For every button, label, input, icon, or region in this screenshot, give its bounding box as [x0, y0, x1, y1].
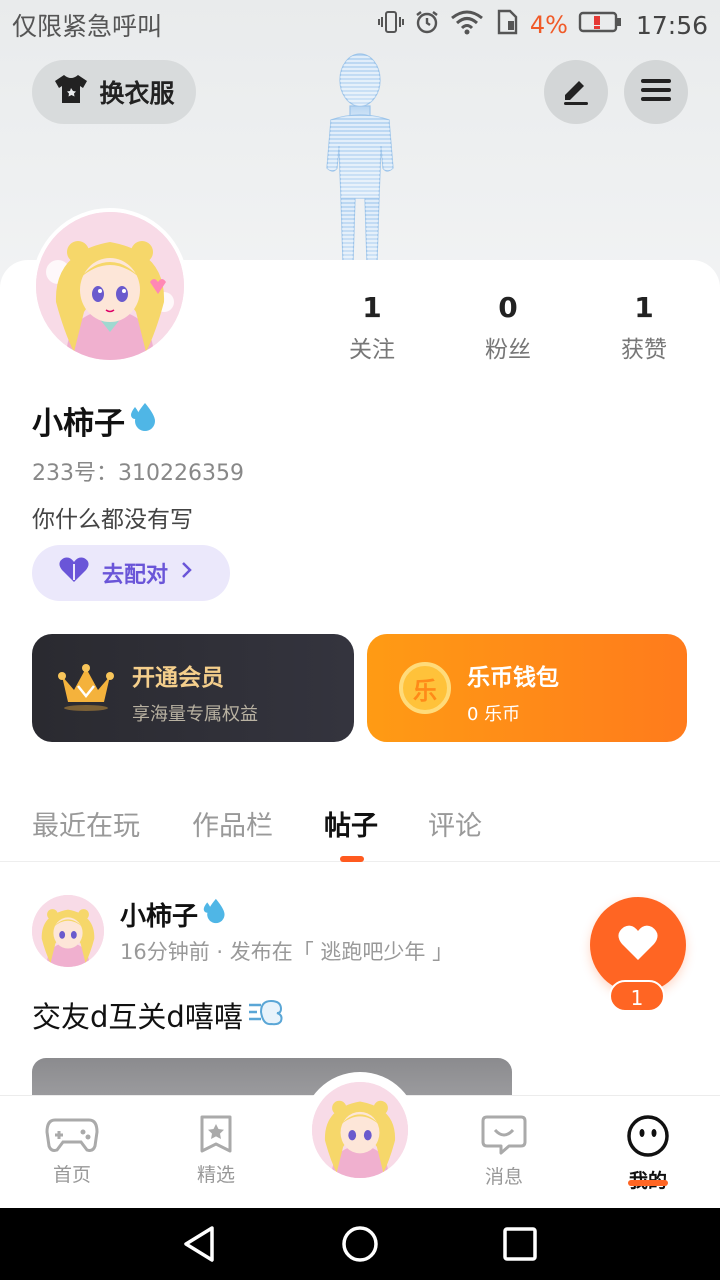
tab-active-indicator: [340, 856, 364, 862]
bio: 你什么都没有写: [32, 507, 193, 533]
stat-followers-count: 0: [498, 291, 518, 324]
avatar-hologram[interactable]: [295, 48, 425, 268]
match-button[interactable]: 去配对: [32, 545, 230, 601]
vibrate-icon: [377, 9, 404, 41]
water-drop-icon: [202, 897, 228, 932]
stat-following-label: 关注: [349, 337, 395, 363]
back-icon[interactable]: [180, 1224, 220, 1264]
post-author-name: 小柿子: [120, 902, 199, 932]
avatar[interactable]: [32, 208, 188, 364]
wallet-card[interactable]: 乐 乐币钱包 0 乐币: [367, 634, 687, 742]
like-count: 1: [609, 980, 665, 1012]
coin-icon: 乐: [399, 662, 451, 714]
clock: 17:56: [635, 10, 708, 40]
profile-tabs: 最近在玩 作品栏 帖子 评论: [0, 790, 720, 862]
nav-home[interactable]: 首页: [22, 1114, 122, 1187]
wallet-card-title: 乐币钱包: [467, 665, 559, 691]
gamepad-icon: [45, 1118, 99, 1158]
match-button-label: 去配对: [102, 563, 169, 588]
tab-comments[interactable]: 评论: [428, 804, 482, 843]
chat-bubble-icon: [481, 1115, 527, 1160]
home-icon[interactable]: [340, 1224, 380, 1264]
hamburger-menu-icon: [640, 76, 672, 108]
stat-followers[interactable]: 0 粉丝: [448, 290, 568, 364]
carrier-text: 仅限紧急呼叫: [12, 12, 163, 41]
wallet-card-balance: 0 乐币: [467, 704, 521, 725]
stat-following[interactable]: 1 关注: [312, 290, 432, 364]
face-icon: [625, 1115, 671, 1164]
heart-icon: [617, 924, 659, 966]
stat-likes-count: 1: [634, 291, 654, 324]
post-text[interactable]: 交友d互关d嘻嘻: [32, 994, 285, 1036]
wifi-icon: [450, 9, 484, 41]
water-drop-icon: [129, 401, 159, 441]
tab-recent-played[interactable]: 最近在玩: [32, 804, 140, 843]
nickname-text: 小柿子: [32, 406, 125, 442]
stat-likes-label: 获赞: [621, 337, 667, 363]
post-author[interactable]: 小柿子: [120, 896, 228, 933]
battery-low-icon: [578, 9, 622, 41]
sim-icon: [494, 9, 520, 41]
nickname: 小柿子: [32, 398, 159, 443]
stat-followers-label: 粉丝: [485, 337, 531, 363]
nav-featured-label: 精选: [196, 1164, 235, 1186]
vip-card-title: 开通会员: [132, 665, 224, 691]
vip-membership-card[interactable]: 开通会员 享海量专属权益: [32, 634, 354, 742]
crown-icon: [58, 662, 114, 718]
nav-me[interactable]: 我的: [598, 1114, 698, 1193]
stat-following-count: 1: [362, 291, 382, 324]
nav-center-avatar[interactable]: [302, 1072, 418, 1188]
like-button[interactable]: [590, 897, 686, 993]
star-bookmark-icon: [196, 1115, 236, 1158]
heart-icon: [58, 556, 90, 590]
status-bar: 仅限紧急呼叫 4% 17:56: [0, 0, 720, 50]
alarm-icon: [414, 9, 440, 41]
chevron-right-icon: [180, 560, 194, 586]
post-author-avatar[interactable]: [32, 895, 104, 967]
post-meta[interactable]: 16分钟前 · 发布在「 逃跑吧少年 」: [120, 936, 453, 966]
stat-likes[interactable]: 1 获赞: [584, 290, 704, 364]
change-outfit-button[interactable]: 换衣服: [32, 60, 196, 124]
nav-active-underline: [628, 1180, 668, 1186]
tshirt-icon: [53, 73, 89, 111]
nav-featured[interactable]: 精选: [166, 1114, 266, 1187]
nav-messages-label: 消息: [484, 1166, 523, 1188]
coin-glyph: 乐: [413, 676, 437, 705]
pen-icon: [559, 73, 593, 111]
menu-button[interactable]: [624, 60, 688, 124]
user-id: 233号：310226359: [32, 461, 244, 486]
battery-percent: 4%: [529, 11, 568, 39]
change-outfit-label: 换衣服: [99, 79, 175, 108]
edit-profile-button[interactable]: [544, 60, 608, 124]
tab-posts[interactable]: 帖子: [324, 804, 378, 843]
nav-home-label: 首页: [52, 1164, 91, 1186]
center-avatar-image: [312, 1082, 408, 1178]
nav-messages[interactable]: 消息: [454, 1114, 554, 1189]
post-text-content: 交友d互关d嘻嘻: [32, 1000, 243, 1034]
dash-emoji-icon: [247, 997, 285, 1034]
tab-works[interactable]: 作品栏: [192, 804, 273, 843]
bottom-navigation: 首页 精选 消息 我的: [0, 1072, 720, 1208]
system-navigation-bar: [0, 1208, 720, 1280]
recents-icon[interactable]: [500, 1224, 540, 1264]
vip-card-subtitle: 享海量专属权益: [132, 704, 258, 725]
